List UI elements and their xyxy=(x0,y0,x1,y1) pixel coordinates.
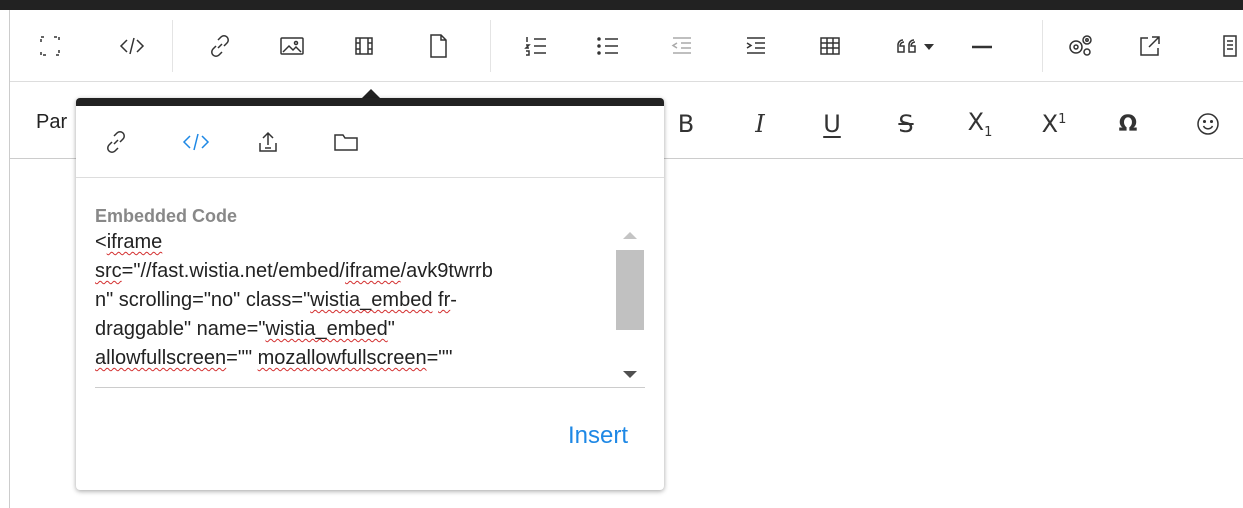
ordered-list-icon[interactable] xyxy=(516,26,556,66)
strikethrough-button[interactable]: S xyxy=(886,104,926,144)
quote-icon[interactable] xyxy=(888,26,948,66)
embedded-code-textarea[interactable]: <iframe src="//fast.wistia.net/embed/ifr… xyxy=(95,228,645,388)
code-fragment: ="//fast.wistia.net/embed/ xyxy=(121,260,345,282)
horizontal-line-icon[interactable] xyxy=(962,26,1002,66)
code-fragment: /avk9twrrb xyxy=(400,260,493,282)
scrollbar-thumb[interactable] xyxy=(616,250,644,330)
code-fragment: ="" xyxy=(226,347,258,369)
code-fragment: draggable" name=" xyxy=(95,318,266,340)
omega-icon: Ω xyxy=(1118,111,1138,137)
video-insert-popup: Embedded Code <iframe src="//fast.wistia… xyxy=(76,98,664,490)
insert-button[interactable]: Insert xyxy=(568,422,628,450)
clipboard-icon[interactable] xyxy=(1216,26,1243,66)
fullscreen-icon[interactable] xyxy=(30,26,70,66)
subscript-index: 1 xyxy=(984,124,993,140)
underline-button[interactable]: U xyxy=(812,104,852,144)
upload-icon xyxy=(259,131,277,152)
tab-video-manager[interactable] xyxy=(326,122,366,162)
bold-icon: B xyxy=(677,110,695,138)
popup-tabs xyxy=(76,106,664,178)
code-fragment: ="" xyxy=(426,347,453,369)
code-fragment: - xyxy=(450,289,457,311)
italic-icon: I xyxy=(755,110,765,138)
outdent-icon[interactable] xyxy=(662,26,702,66)
superscript-letter: X xyxy=(1041,110,1059,138)
superscript-index: 1 xyxy=(1058,112,1067,127)
code-fragment: < xyxy=(95,231,107,253)
code-fragment: mozallowfullscreen xyxy=(257,347,427,369)
code-fragment: iframe xyxy=(345,260,401,282)
external-link-icon[interactable] xyxy=(1130,26,1170,66)
italic-button[interactable]: I xyxy=(740,104,780,144)
unordered-list-icon[interactable] xyxy=(588,26,628,66)
scroll-up-arrow-icon[interactable] xyxy=(623,232,637,239)
link-icon xyxy=(107,131,125,153)
code-fragment: wistia_embed xyxy=(265,318,388,340)
special-characters-button[interactable]: Ω xyxy=(1108,104,1148,144)
video-icon[interactable] xyxy=(344,26,384,66)
folder-icon xyxy=(334,134,358,151)
toolbar-separator xyxy=(1042,20,1043,72)
editor-frame-border xyxy=(9,10,10,508)
tab-upload-video[interactable] xyxy=(248,122,288,162)
settings-icon[interactable] xyxy=(1060,26,1100,66)
emoji-icon xyxy=(1197,113,1219,135)
code-fragment: " xyxy=(387,318,395,340)
editor-top-border xyxy=(0,0,1243,10)
strikethrough-icon: S xyxy=(898,110,914,138)
code-scrollbar[interactable] xyxy=(615,228,645,387)
image-icon[interactable] xyxy=(272,26,312,66)
link-icon[interactable] xyxy=(200,26,240,66)
superscript-button[interactable]: X1 xyxy=(1034,104,1074,144)
code-fragment: iframe xyxy=(106,231,163,253)
superscript-icon: X1 xyxy=(1042,110,1067,138)
file-icon[interactable] xyxy=(418,26,458,66)
underline-icon: U xyxy=(823,110,841,138)
paragraph-format-dropdown[interactable]: Par xyxy=(36,111,67,134)
code-fragment: wistia_embed xyxy=(310,289,433,311)
embedded-code-label: Embedded Code xyxy=(95,206,238,226)
embedded-code-text: <iframe src="//fast.wistia.net/embed/ifr… xyxy=(95,228,611,373)
subscript-icon: X1 xyxy=(968,108,993,140)
code-fragment: fr xyxy=(438,289,451,311)
embed-code-icon xyxy=(182,133,210,151)
code-fragment: allowfullscreen xyxy=(95,347,227,369)
toolbar-row-1 xyxy=(10,10,1243,82)
toolbar-separator xyxy=(490,20,491,72)
subscript-letter: X xyxy=(967,108,985,137)
scroll-down-arrow-icon[interactable] xyxy=(623,371,637,378)
indent-icon[interactable] xyxy=(736,26,776,66)
code-view-icon[interactable] xyxy=(112,26,152,66)
toolbar-separator xyxy=(172,20,173,72)
bold-button[interactable]: B xyxy=(666,104,706,144)
subscript-button[interactable]: X1 xyxy=(960,104,1000,144)
tab-video-by-url[interactable] xyxy=(96,122,136,162)
tab-embedded-code[interactable] xyxy=(176,122,216,162)
code-fragment: src xyxy=(95,260,122,282)
table-icon[interactable] xyxy=(810,26,850,66)
emoji-button[interactable] xyxy=(1188,104,1228,144)
code-fragment: n" scrolling="no" class=" xyxy=(95,289,311,311)
